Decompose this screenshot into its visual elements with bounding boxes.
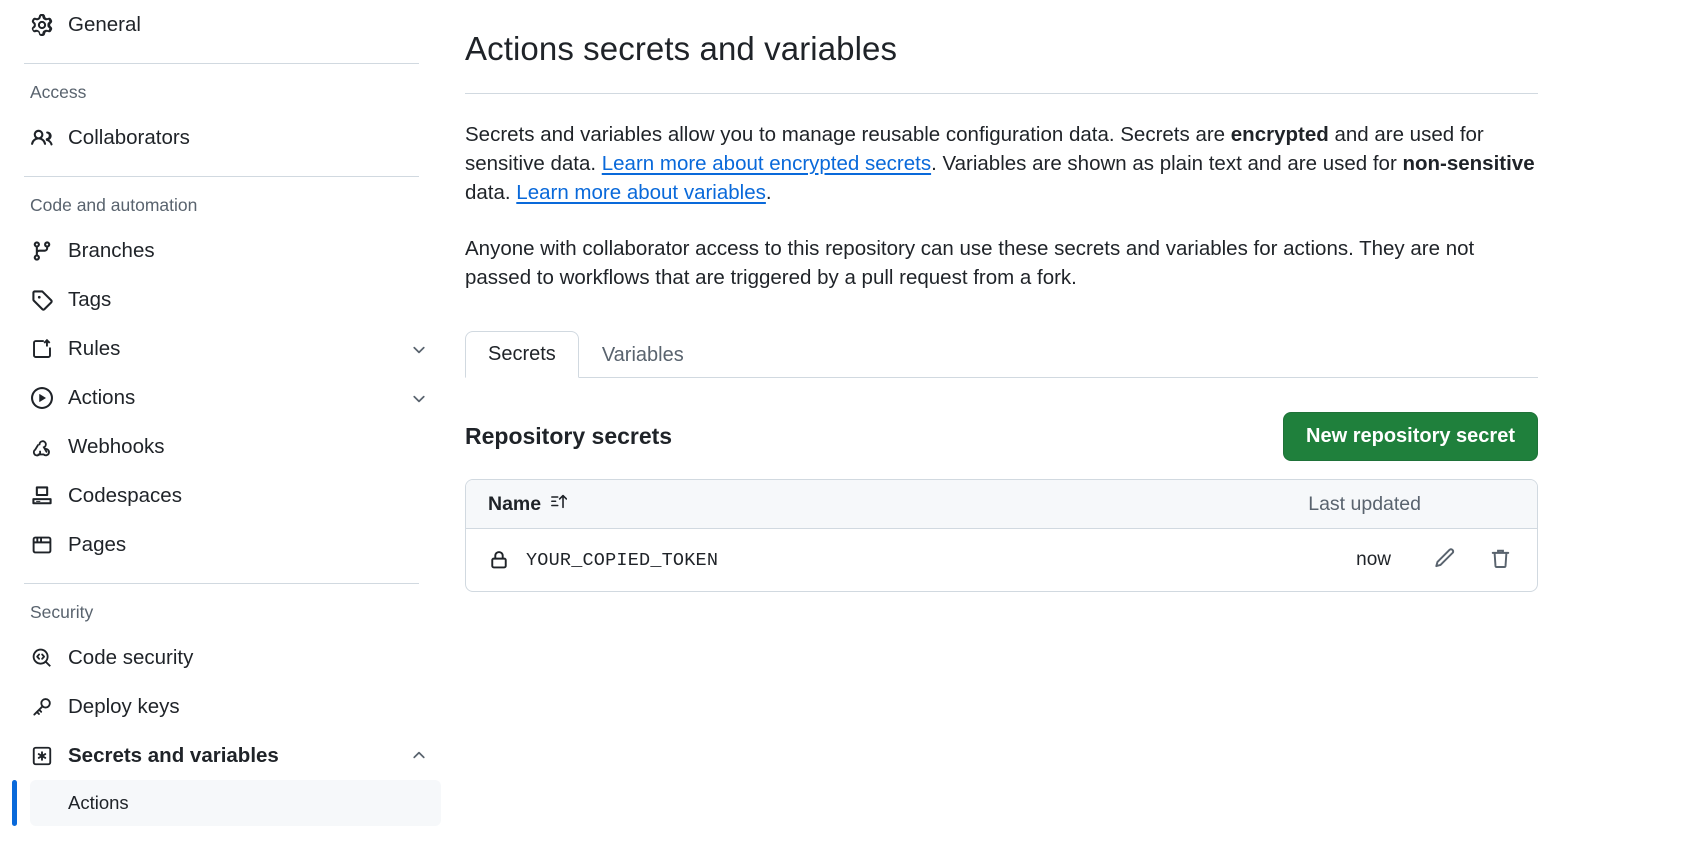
section-title-repository-secrets: Repository secrets bbox=[465, 423, 673, 450]
desc-bold-encrypted: encrypted bbox=[1230, 122, 1329, 146]
main-content: Actions secrets and variables Secrets an… bbox=[463, 0, 1697, 866]
git-branch-icon bbox=[30, 239, 54, 263]
tab-secrets[interactable]: Secrets bbox=[465, 331, 579, 379]
sidebar-item-secrets-and-variables[interactable]: Secrets and variables bbox=[12, 731, 441, 780]
secrets-table: Name Last updated YOUR_COPIED_TOKEN now bbox=[465, 479, 1538, 593]
desc-text-4: data. bbox=[465, 181, 517, 205]
section-header: Repository secrets New repository secret bbox=[465, 412, 1538, 462]
sidebar-item-rules[interactable]: Rules bbox=[12, 324, 441, 373]
sidebar-subitem-actions[interactable]: Actions bbox=[12, 780, 441, 826]
sidebar-item-label: Code security bbox=[68, 645, 194, 669]
description-paragraph-1: Secrets and variables allow you to manag… bbox=[465, 120, 1538, 207]
sidebar-divider-3 bbox=[24, 583, 419, 584]
link-learn-more-variables[interactable]: Learn more about variables bbox=[516, 181, 766, 204]
people-icon bbox=[30, 126, 54, 150]
desc-text-1: Secrets and variables allow you to manag… bbox=[465, 122, 1231, 146]
sidebar-item-label: Actions bbox=[68, 385, 136, 409]
delete-secret-button[interactable] bbox=[1487, 547, 1513, 573]
page-title: Actions secrets and variables bbox=[465, 30, 898, 67]
desc-bold-non-sensitive: non-sensitive bbox=[1402, 152, 1535, 175]
sidebar-item-general[interactable]: General bbox=[12, 0, 441, 49]
sidebar-item-label: Pages bbox=[68, 532, 127, 556]
column-header-name[interactable]: Name bbox=[488, 492, 568, 516]
column-header-last-updated: Last updated bbox=[1308, 492, 1421, 515]
sidebar-item-label: Tags bbox=[68, 287, 112, 311]
code-scan-icon bbox=[30, 646, 54, 670]
sidebar-item-label: Secrets and variables bbox=[68, 743, 279, 767]
new-repository-secret-button[interactable]: New repository secret bbox=[1283, 412, 1538, 462]
chevron-up-icon[interactable] bbox=[409, 746, 429, 766]
sort-asc-icon[interactable] bbox=[550, 493, 568, 516]
webhook-icon bbox=[30, 435, 54, 459]
title-divider bbox=[465, 92, 1538, 94]
pencil-icon bbox=[1433, 547, 1456, 573]
table-row: YOUR_COPIED_TOKEN now bbox=[466, 529, 1537, 591]
tab-secrets-label: Secrets bbox=[488, 343, 556, 366]
play-circle-icon bbox=[30, 386, 54, 410]
sidebar-item-branches[interactable]: Branches bbox=[12, 226, 441, 275]
sidebar-item-deploy-keys[interactable]: Deploy keys bbox=[12, 682, 441, 731]
rules-icon bbox=[30, 337, 54, 361]
chevron-down-icon[interactable] bbox=[409, 339, 429, 359]
asterisk-box-icon bbox=[30, 744, 54, 768]
sidebar-item-label: Codespaces bbox=[68, 483, 182, 507]
tab-variables[interactable]: Variables bbox=[579, 332, 707, 378]
sidebar-item-webhooks[interactable]: Webhooks bbox=[12, 422, 441, 471]
link-learn-more-encrypted-secrets[interactable]: Learn more about encrypted secrets bbox=[602, 152, 931, 175]
desc-text-3: . Variables are shown as plain text and … bbox=[931, 152, 1403, 175]
sidebar-item-codespaces[interactable]: Codespaces bbox=[12, 471, 441, 520]
sidebar-item-tags[interactable]: Tags bbox=[12, 275, 441, 324]
chevron-down-icon[interactable] bbox=[409, 388, 429, 408]
codespaces-icon bbox=[30, 484, 54, 508]
key-icon bbox=[30, 695, 54, 719]
sidebar-divider-2 bbox=[24, 176, 419, 177]
sidebar-group-title-access: Access bbox=[30, 82, 87, 102]
tab-bar: Secrets Variables bbox=[465, 328, 1538, 379]
settings-page: General Access Collaborators Code and au… bbox=[0, 0, 1697, 866]
desc-text-5: . bbox=[765, 181, 772, 205]
trash-icon bbox=[1489, 547, 1512, 573]
gear-icon bbox=[30, 13, 54, 37]
sidebar-divider-1 bbox=[24, 63, 419, 64]
sidebar-item-pages[interactable]: Pages bbox=[12, 520, 441, 569]
secret-name-text: YOUR_COPIED_TOKEN bbox=[526, 549, 719, 571]
tag-icon bbox=[30, 288, 54, 312]
sidebar-item-label: Rules bbox=[68, 336, 121, 360]
sidebar-subitem-label: Actions bbox=[68, 792, 129, 813]
cell-secret-name: YOUR_COPIED_TOKEN bbox=[488, 549, 718, 571]
sidebar-item-label: Deploy keys bbox=[68, 694, 180, 718]
edit-secret-button[interactable] bbox=[1431, 547, 1457, 573]
sidebar-item-label: Webhooks bbox=[68, 434, 165, 458]
description-paragraph-2: Anyone with collaborator access to this … bbox=[465, 237, 1475, 290]
sidebar-item-code-security[interactable]: Code security bbox=[12, 633, 441, 682]
sidebar-group-title-security: Security bbox=[30, 602, 94, 622]
sidebar-item-collaborators[interactable]: Collaborators bbox=[12, 113, 441, 162]
sidebar-group-title-code-automation: Code and automation bbox=[30, 195, 198, 215]
sidebar-item-label: Collaborators bbox=[68, 125, 190, 149]
column-header-name-label: Name bbox=[488, 492, 542, 515]
cell-last-updated: now bbox=[1356, 549, 1391, 571]
lock-icon bbox=[488, 549, 510, 571]
sidebar-item-label: General bbox=[68, 12, 141, 36]
browser-icon bbox=[30, 533, 54, 557]
table-header-row: Name Last updated bbox=[466, 480, 1537, 530]
sidebar-item-label: Branches bbox=[68, 238, 155, 262]
tab-variables-label: Variables bbox=[601, 344, 684, 367]
sidebar-item-actions[interactable]: Actions bbox=[12, 373, 441, 422]
row-action-group bbox=[1431, 547, 1513, 573]
settings-sidebar: General Access Collaborators Code and au… bbox=[0, 0, 463, 866]
